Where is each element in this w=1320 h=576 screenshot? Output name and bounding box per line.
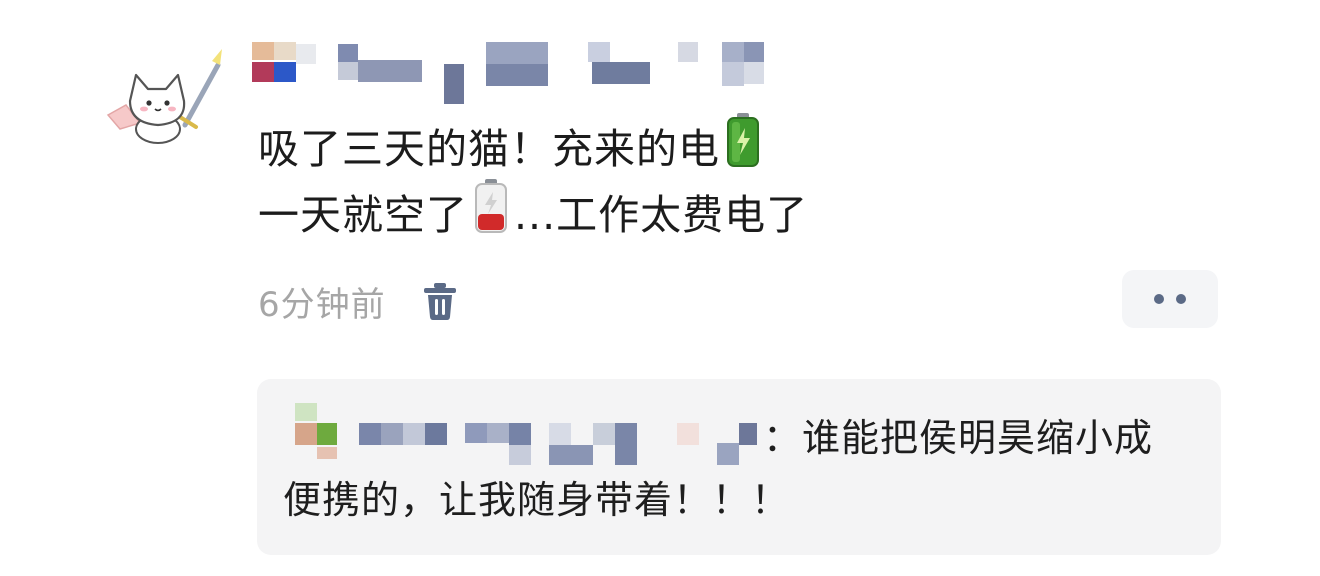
- more-dots-icon: [1176, 294, 1186, 304]
- battery-full-icon: [726, 112, 760, 187]
- reply-text-line-1: ：谁能把侯明昊缩小成: [763, 416, 1154, 460]
- post-content-line-2: 一天就空了 ...工作太费电了: [258, 178, 1018, 248]
- reply-box[interactable]: ：谁能把侯明昊缩小成 便携的，让我随身带着！！！: [257, 379, 1221, 555]
- post-text-2b: ...工作太费电了: [514, 191, 809, 239]
- username-blurred[interactable]: [248, 40, 788, 106]
- trash-icon[interactable]: [422, 281, 458, 321]
- comment-post: 吸了三天的猫！充来的电 一天就空了 ...工作太费电了 6分钟前 ：谁能把侯明昊…: [0, 0, 1320, 576]
- post-text-1: 吸了三天的猫！充来的电: [258, 125, 720, 173]
- post-meta: 6分钟前: [258, 276, 458, 326]
- more-options-button[interactable]: [1122, 270, 1218, 328]
- battery-low-icon: [474, 178, 508, 253]
- user-avatar[interactable]: [100, 45, 230, 155]
- reply-text-line-2: 便携的，让我随身带着！！！: [283, 478, 791, 522]
- post-timestamp: 6分钟前: [258, 284, 386, 325]
- post-content-line-1: 吸了三天的猫！充来的电: [258, 112, 1018, 182]
- post-text-2a: 一天就空了: [258, 191, 468, 239]
- more-dots-icon: [1154, 294, 1164, 304]
- post-content: 吸了三天的猫！充来的电 一天就空了 ...工作太费电了: [258, 112, 1018, 248]
- reply-text: ：谁能把侯明昊缩小成 便携的，让我随身带着！！！: [283, 407, 1203, 531]
- cat-knight-avatar-icon: [106, 49, 222, 144]
